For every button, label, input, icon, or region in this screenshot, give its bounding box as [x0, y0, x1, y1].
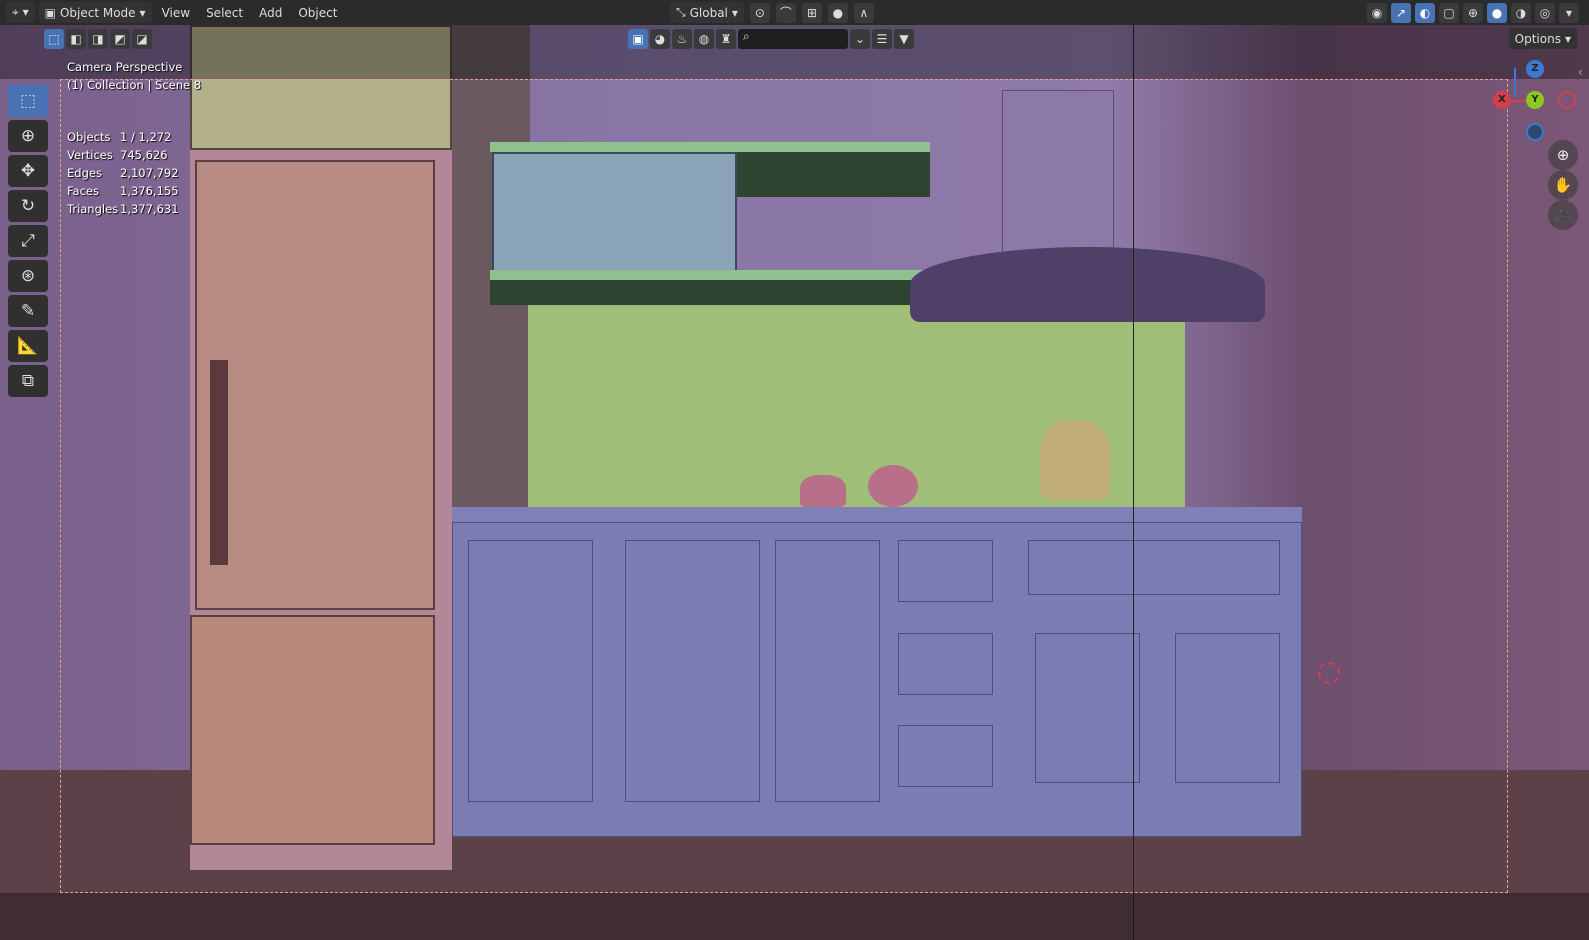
select-extend-icon[interactable]: ◧ — [66, 29, 86, 49]
sidebar-toggle-icon[interactable]: ‹ — [1578, 65, 1583, 79]
material-shading-icon[interactable]: ◑ — [1511, 2, 1531, 23]
move-tool-icon[interactable]: ✥ — [8, 155, 48, 187]
gizmo-z-axis[interactable]: Z — [1526, 60, 1544, 78]
visibility-icon[interactable]: ◉ — [1367, 2, 1387, 23]
viewport-header: ⌖ ▾ ▣ Object Mode ▾ View Select Add Objec… — [0, 0, 1589, 25]
object-mode-icon: ▣ — [44, 5, 56, 20]
stat-value: 2,107,792 — [120, 166, 179, 180]
snap-increment-icon[interactable]: ⊞ — [801, 2, 822, 23]
pivot-icon[interactable]: ⊙ — [749, 2, 770, 23]
gizmo-neg-z-axis[interactable] — [1526, 123, 1544, 141]
falloff-icon[interactable]: ∧ — [853, 2, 874, 23]
cursor-tool-icon[interactable]: ⊕ — [8, 120, 48, 152]
menu-view[interactable]: View — [156, 6, 196, 20]
gizmo-neg-x-axis[interactable] — [1558, 91, 1576, 109]
rotate-tool-icon[interactable]: ↻ — [8, 190, 48, 222]
stat-value: 1,376,155 — [120, 184, 179, 198]
brush-filter-icon[interactable]: ♜ — [716, 29, 736, 49]
mode-label: Object Mode — [59, 5, 136, 20]
stat-value: 1,377,631 — [120, 202, 179, 216]
3d-viewport[interactable]: ⬚ ◧ ◨ ◩ ◪ ▣ ◕ ♨ ◍ ♜ ⌕ ⌄ ☰ ▼ Options ▾ ⬚ … — [0, 25, 1589, 940]
select-intersect-icon[interactable]: ◪ — [132, 29, 152, 49]
mode-dropdown[interactable]: ▣ Object Mode ▾ — [38, 2, 152, 23]
select-invert-icon[interactable]: ◩ — [110, 29, 130, 49]
scene-statistics: Objects 1 / 1,272 Vertices 745,626 Edges 2,… — [67, 130, 179, 216]
select-new-icon[interactable]: ⬚ — [44, 29, 64, 49]
measure-tool-icon[interactable]: 📐 — [8, 330, 48, 362]
menu-object[interactable]: Object — [292, 6, 343, 20]
filter-icon[interactable]: ▼ — [894, 29, 914, 49]
orientation-dropdown[interactable]: ⤡ Global ▾ — [670, 2, 744, 23]
scale-tool-icon[interactable]: ⤢ — [8, 225, 48, 257]
toolbar: ⬚ ⊕ ✥ ↻ ⤢ ⊛ ✎ 📐 ⧉ — [8, 85, 50, 400]
menu-add[interactable]: Add — [253, 6, 288, 20]
transform-tool-icon[interactable]: ⊛ — [8, 260, 48, 292]
object-filter-icon[interactable]: ▣ — [628, 29, 648, 49]
search-icon: ⌕ — [743, 29, 750, 43]
rendered-shading-icon[interactable]: ◎ — [1535, 2, 1555, 23]
material-filter-icon[interactable]: ◕ — [650, 29, 670, 49]
stat-label: Vertices — [67, 148, 113, 162]
options-dropdown[interactable]: Options ▾ — [1508, 28, 1577, 49]
world-filter-icon[interactable]: ◍ — [694, 29, 714, 49]
collapse-icon[interactable]: ⌄ — [850, 29, 870, 49]
z-axis-line — [1514, 68, 1516, 96]
select-subtract-icon[interactable]: ◨ — [88, 29, 108, 49]
gizmo-x-axis[interactable]: X — [1493, 91, 1511, 109]
passepartout-bottom — [0, 893, 1589, 940]
menu-select[interactable]: Select — [200, 6, 249, 20]
stat-value: 1 / 1,272 — [120, 130, 172, 144]
solid-shading-icon[interactable]: ● — [1487, 2, 1507, 23]
camera-frame — [60, 79, 1508, 893]
stat-label: Faces — [67, 184, 99, 198]
editor-type-button[interactable]: ⌖ ▾ — [6, 2, 35, 23]
options-label: Options — [1514, 31, 1561, 46]
snap-icon[interactable]: ⌒ — [775, 2, 796, 23]
texture-filter-icon[interactable]: ♨ — [672, 29, 692, 49]
select-box-tool-icon[interactable]: ⬚ — [8, 85, 48, 117]
zoom-icon[interactable]: ⊕ — [1548, 140, 1578, 170]
stat-label: Objects — [67, 130, 111, 144]
pan-hand-icon[interactable]: ✋ — [1548, 170, 1578, 200]
orientation-label: Global — [689, 5, 728, 20]
proportional-edit-icon[interactable]: ● — [827, 2, 848, 23]
shading-options-icon[interactable]: ▾ — [1559, 2, 1579, 23]
annotate-tool-icon[interactable]: ✎ — [8, 295, 48, 327]
xray-icon[interactable]: ▢ — [1439, 2, 1459, 23]
display-mode-icon[interactable]: ☰ — [872, 29, 892, 49]
stat-value: 745,626 — [120, 148, 168, 162]
view-name: Camera Perspective — [67, 60, 183, 74]
stat-label: Triangles — [67, 202, 119, 216]
gizmo-toggle-icon[interactable]: ↗ — [1391, 2, 1411, 23]
add-cube-tool-icon[interactable]: ⧉ — [8, 365, 48, 397]
outliner-filter-bar: ▣ ◕ ♨ ◍ ♜ ⌕ ⌄ ☰ ▼ — [628, 29, 914, 49]
collection-name: (1) Collection | Scene 8 — [67, 78, 202, 92]
stat-label: Edges — [67, 166, 102, 180]
search-input[interactable]: ⌕ — [738, 29, 848, 49]
orientation-icon: ⤡ — [676, 5, 686, 19]
3d-cursor[interactable] — [1318, 662, 1340, 684]
camera-view-icon[interactable]: 🎥 — [1548, 200, 1578, 230]
overlay-toggle-icon[interactable]: ◐ — [1415, 2, 1435, 23]
select-mode-buttons: ⬚ ◧ ◨ ◩ ◪ — [44, 29, 152, 49]
gizmo-y-axis[interactable]: Y — [1526, 91, 1544, 109]
wireframe-shading-icon[interactable]: ⊕ — [1463, 2, 1483, 23]
